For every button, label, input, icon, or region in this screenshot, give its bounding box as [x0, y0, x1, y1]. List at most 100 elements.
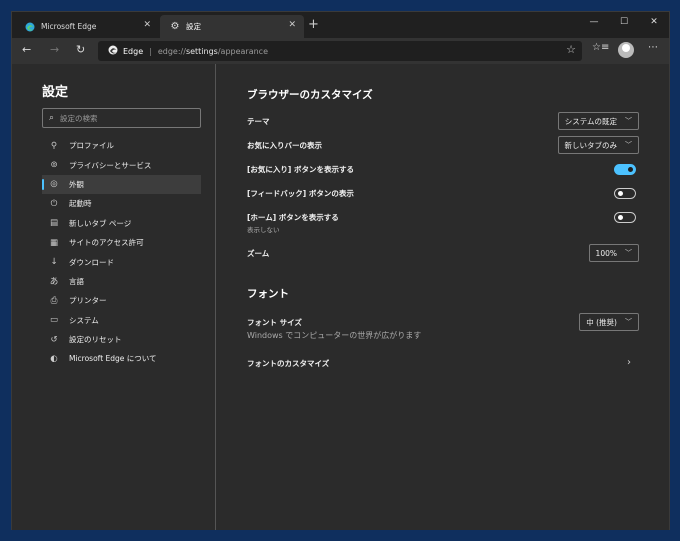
url-text: edge://settings/appearance [157, 46, 269, 56]
tab-title: 設定 [186, 22, 201, 31]
font-size-value: 中 (推奨) [586, 317, 617, 327]
printer-icon: ⎙ [50, 295, 58, 306]
toggle-knob [618, 191, 623, 196]
favorites-bar-value: 新しいタブのみ [564, 140, 618, 150]
favorites-bar-dropdown[interactable]: 新しいタブのみ ﹀ [557, 136, 639, 154]
theme-dropdown[interactable]: システムの既定 ﹀ [557, 112, 639, 130]
font-size-dropdown[interactable]: 中 (推奨) ﹀ [579, 313, 639, 331]
search-input[interactable]: ⌕ 設定の検索 [42, 108, 201, 128]
sidebar-item-appearance[interactable]: ◎ 外観 [42, 174, 201, 195]
sidebar-item-label: ダウンロード [69, 257, 114, 267]
home-button-toggle[interactable] [614, 212, 636, 223]
theme-row: テーマ システムの既定 ﹀ [247, 112, 639, 132]
palette-icon: ◎ [50, 179, 58, 190]
person-icon: ⚲ [50, 140, 58, 151]
home-button-sublabel: 表示しない [247, 226, 280, 234]
favorites-button-row: [お気に入り] ボタンを表示する [247, 160, 639, 180]
favorites-bar-label: お気に入りバーの表示 [247, 141, 322, 150]
sidebar-item-new-tab-page[interactable]: ▤ 新しいタブ ページ [42, 214, 201, 233]
section-title-fonts: フォント [247, 288, 289, 300]
sidebar-item-label: 起動時 [69, 199, 92, 209]
chevron-down-icon: ﹀ [625, 117, 632, 125]
sidebar-item-label: プリンター [69, 296, 107, 306]
sidebar-item-label: 新しいタブ ページ [69, 218, 132, 228]
maximize-button[interactable]: ☐ [609, 12, 639, 38]
language-icon: あ [49, 277, 59, 288]
favorites-icon[interactable]: ☆≡ [592, 42, 609, 53]
toolbar: ← → ↻ Edge | edge://settings/appearance … [12, 38, 669, 64]
zoom-row: ズーム 100% ﹀ [247, 244, 639, 264]
sidebar-item-privacy[interactable]: ⊚ プライバシーとサービス [42, 155, 201, 174]
favorites-button-label: [お気に入り] ボタンを表示する [247, 165, 354, 174]
sidebar-item-about[interactable]: ◐ Microsoft Edge について [42, 349, 201, 368]
sidebar-item-downloads[interactable]: ↓ ダウンロード [42, 252, 201, 271]
avatar[interactable] [618, 42, 634, 58]
home-button-label: [ホーム] ボタンを表示する [247, 213, 339, 222]
sidebar-item-languages[interactable]: あ言語 [42, 272, 201, 291]
chevron-right-icon: › [627, 357, 631, 368]
tab-microsoft-edge[interactable]: Microsoft Edge ✕ [15, 15, 159, 38]
minimize-button[interactable]: — [579, 12, 609, 38]
theme-label: テーマ [247, 117, 270, 126]
sidebar-item-site-permissions[interactable]: ▦ サイトのアクセス許可 [42, 233, 201, 252]
feedback-button-toggle[interactable] [614, 188, 636, 199]
sidebar-item-system[interactable]: ▭ システム [42, 311, 201, 330]
gear-icon: ⚙ [170, 21, 180, 32]
chevron-down-icon: ﹀ [625, 141, 632, 149]
reset-icon: ↺ [50, 334, 58, 345]
tab-settings[interactable]: ⚙ 設定 ✕ [160, 15, 304, 38]
customize-fonts-label: フォントのカスタマイズ [247, 359, 330, 368]
power-icon: ⏻ [50, 198, 58, 209]
page-title: 設定 [42, 85, 69, 100]
window-controls: — ☐ ✕ [579, 12, 669, 38]
sidebar: 設定 ⌕ 設定の検索 ⚲ プロファイル ⊚ プライバシーとサービス ◎ 外観 ⏻ 起動時… [12, 64, 216, 530]
sidebar-item-label: 言語 [69, 276, 84, 286]
sidebar-item-label: Microsoft Edge について [69, 354, 157, 364]
new-tab-button[interactable]: + [308, 17, 319, 32]
back-arrow-icon[interactable]: ← [22, 43, 31, 56]
customize-fonts-row[interactable]: フォントのカスタマイズ › [247, 354, 639, 374]
sidebar-item-reset[interactable]: ↺ 設定のリセット [42, 330, 201, 349]
sidebar-item-printers[interactable]: ⎙ プリンター [42, 291, 201, 310]
favorite-star-icon[interactable]: ☆ [566, 43, 576, 56]
permissions-icon: ▦ [49, 237, 59, 248]
close-tab-icon[interactable]: ✕ [288, 20, 296, 30]
feedback-button-row: [フィードバック] ボタンの表示 [247, 184, 639, 204]
sidebar-item-label: サイトのアクセス許可 [69, 238, 144, 248]
chevron-down-icon: ﹀ [625, 318, 632, 326]
title-bar: Microsoft Edge ✕ ⚙ 設定 ✕ + — ☐ ✕ [12, 12, 669, 38]
section-title-customize: ブラウザーのカスタマイズ [247, 89, 373, 101]
zoom-dropdown[interactable]: 100% ﹀ [588, 244, 639, 262]
edge-icon: ◐ [50, 353, 58, 364]
address-bar[interactable]: Edge | edge://settings/appearance ☆ [98, 41, 582, 61]
newtab-icon: ▤ [49, 218, 59, 229]
tab-title: Microsoft Edge [41, 22, 97, 31]
favorites-button-toggle[interactable] [614, 164, 636, 175]
close-window-button[interactable]: ✕ [639, 12, 669, 38]
forward-arrow-icon[interactable]: → [50, 43, 59, 56]
sidebar-item-label: 外観 [69, 179, 84, 189]
font-size-label: フォント サイズ [247, 318, 302, 327]
search-placeholder: 設定の検索 [60, 113, 98, 123]
address-separator: | [149, 46, 152, 56]
sidebar-item-label: システム [69, 315, 99, 325]
site-name: Edge [123, 46, 144, 56]
toggle-knob [618, 215, 623, 220]
home-button-row: [ホーム] ボタンを表示する 表示しない [247, 208, 639, 234]
browser-window: Microsoft Edge ✕ ⚙ 設定 ✕ + — ☐ ✕ ← → ↻ Ed… [11, 11, 670, 530]
sidebar-item-label: プライバシーとサービス [69, 160, 152, 170]
download-icon: ↓ [50, 257, 58, 268]
close-tab-icon[interactable]: ✕ [143, 20, 151, 30]
search-icon: ⌕ [49, 113, 55, 123]
toggle-knob [628, 167, 633, 172]
sidebar-item-profile[interactable]: ⚲ プロファイル [42, 136, 201, 155]
zoom-value: 100% [595, 248, 617, 258]
sidebar-item-label: プロファイル [69, 141, 114, 151]
sidebar-menu: ⚲ プロファイル ⊚ プライバシーとサービス ◎ 外観 ⏻ 起動時 ▤ 新しいタブ ページ… [42, 136, 201, 369]
more-icon[interactable]: ⋯ [648, 42, 658, 53]
settings-page: 設定 ⌕ 設定の検索 ⚲ プロファイル ⊚ プライバシーとサービス ◎ 外観 ⏻ 起動時… [12, 64, 669, 530]
refresh-icon[interactable]: ↻ [76, 43, 85, 56]
sidebar-item-startup[interactable]: ⏻ 起動時 [42, 194, 201, 213]
zoom-label: ズーム [247, 249, 270, 258]
edge-icon [25, 22, 35, 32]
